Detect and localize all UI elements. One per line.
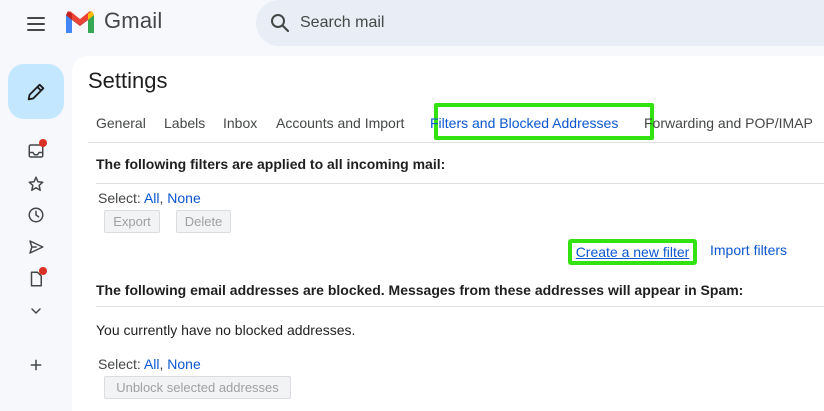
unblock-selected-button[interactable]: Unblock selected addresses (104, 376, 291, 399)
tab-forwarding-and-pop-imap[interactable]: Forwarding and POP/IMAP (644, 115, 813, 131)
create-label-button[interactable] (24, 353, 48, 377)
star-icon (28, 176, 44, 191)
page-title: Settings (88, 68, 168, 93)
search-icon[interactable] (268, 11, 292, 35)
menu-line (27, 23, 45, 25)
settings-panel: Settings General Labels Inbox Accounts a… (72, 56, 824, 411)
app-name: Gmail (104, 8, 163, 33)
gmail-logo[interactable]: Gmail (64, 8, 162, 34)
tab-inbox[interactable]: Inbox (223, 115, 257, 131)
tab-accounts-and-import[interactable]: Accounts and Import (276, 115, 404, 131)
section-divider (96, 306, 824, 307)
menu-line (27, 29, 45, 31)
blocked-select-row: Select: All, None (98, 356, 201, 372)
delete-button[interactable]: Delete (176, 210, 231, 233)
tab-labels[interactable]: Labels (164, 115, 205, 131)
select-separator: , (159, 190, 164, 206)
section-divider (96, 183, 824, 184)
blocked-heading: The following email addresses are blocke… (96, 282, 744, 298)
import-filters-link[interactable]: Import filters (710, 242, 787, 258)
filters-heading: The following filters are applied to all… (96, 156, 446, 172)
compose-button[interactable] (8, 64, 64, 119)
select-label: Select: (98, 356, 141, 372)
no-blocked-text: You currently have no blocked addresses. (96, 322, 356, 338)
filters-select-row: Select: All, None (98, 190, 201, 206)
settings-tabs: General Labels Inbox Accounts and Import… (88, 103, 824, 140)
select-all-link[interactable]: All (144, 190, 160, 206)
clock-icon (28, 207, 44, 223)
send-icon (29, 240, 44, 254)
tab-filters-and-blocked-addresses[interactable]: Filters and Blocked Addresses (430, 115, 618, 131)
tab-general[interactable]: General (96, 115, 146, 131)
menu-line (27, 17, 45, 19)
inbox-nav[interactable] (24, 139, 48, 163)
gmail-m-icon (66, 11, 94, 33)
main-menu-button[interactable] (20, 10, 52, 38)
select-none-link[interactable]: None (167, 356, 200, 372)
snoozed-nav[interactable] (24, 203, 48, 227)
create-new-filter-link[interactable]: Create a new filter (568, 239, 697, 265)
select-label: Select: (98, 190, 141, 206)
notification-dot (39, 139, 47, 147)
starred-nav[interactable] (24, 172, 48, 196)
chevron-down-icon (31, 308, 41, 315)
left-rail (0, 56, 72, 411)
select-none-link[interactable]: None (167, 190, 200, 206)
sent-nav[interactable] (24, 235, 48, 259)
notification-dot (39, 267, 47, 275)
search-input[interactable] (300, 0, 800, 46)
search-bar[interactable] (256, 0, 824, 46)
more-nav[interactable] (24, 299, 48, 323)
plus-icon (30, 359, 42, 371)
select-all-link[interactable]: All (144, 356, 160, 372)
compose-pencil-icon (27, 83, 45, 100)
drafts-nav[interactable] (24, 267, 48, 291)
tabs-divider (88, 142, 824, 143)
export-button[interactable]: Export (104, 210, 160, 233)
top-bar: Gmail (0, 0, 824, 56)
select-separator: , (159, 356, 164, 372)
